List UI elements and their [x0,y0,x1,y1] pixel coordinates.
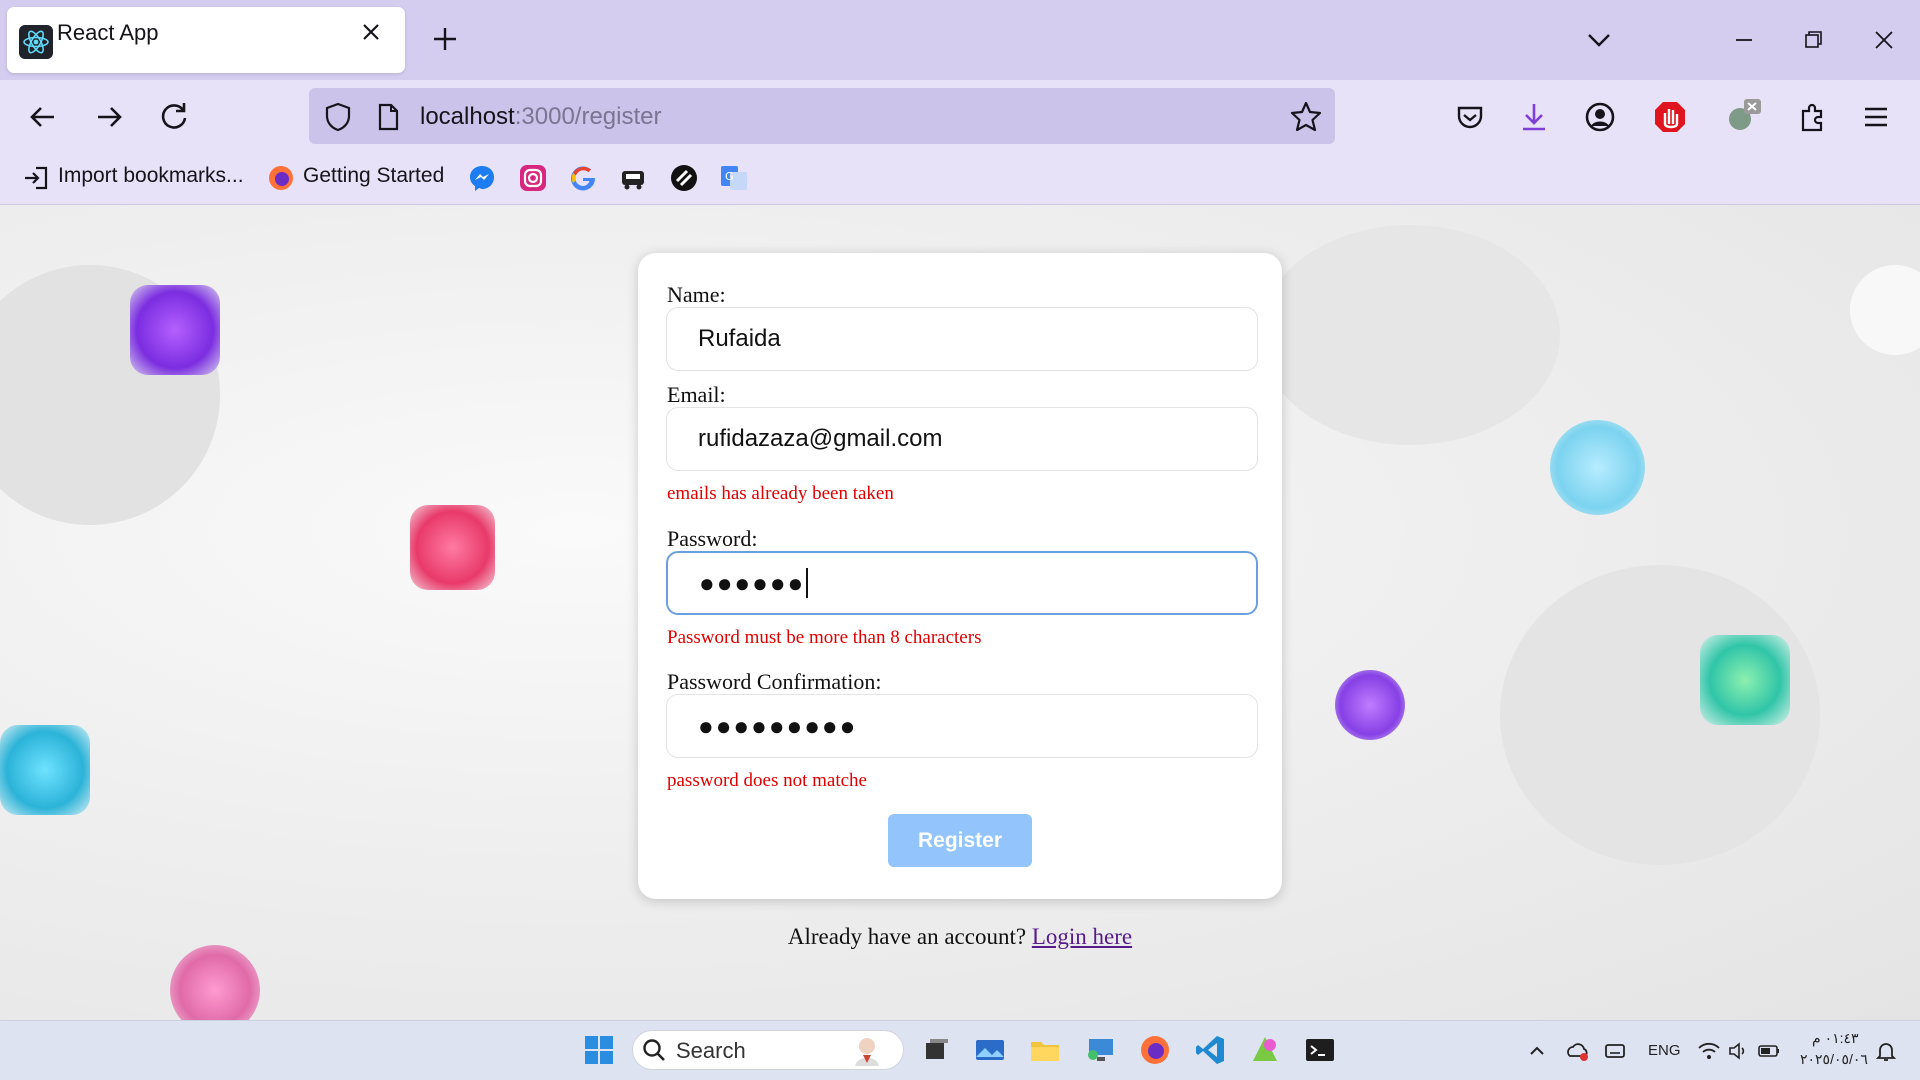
car-icon[interactable] [618,163,648,193]
minimize-icon[interactable] [1724,20,1764,60]
downloads-icon[interactable] [1514,97,1554,137]
search-icon [641,1037,675,1071]
email-label: Email: [667,382,726,407]
account-icon[interactable] [1580,97,1620,137]
password-input[interactable]: ●●●●●● [666,551,1258,615]
extension-badge-icon[interactable] [1722,97,1762,137]
url-text[interactable]: localhost:3000/register [420,103,662,131]
photos-icon[interactable] [973,1033,1007,1067]
white-ornament [1850,265,1920,355]
password-confirmation-input[interactable]: ●●●●●●●●● [666,694,1258,758]
pink-ornament [410,505,495,590]
confirmation-error-message: password does not matche [667,770,867,791]
login-prompt-text: Already have an account? [787,924,1027,949]
battery-icon[interactable] [1756,1038,1782,1064]
language-indicator[interactable]: ENG [1648,1042,1681,1059]
clock-date[interactable]: ٢٠٢٥/٠٥/٠٦ [1800,1051,1868,1068]
design-app-icon[interactable] [1248,1033,1282,1067]
onedrive-icon[interactable] [1565,1038,1591,1064]
wifi-icon[interactable] [1696,1038,1722,1064]
tab-title: React App [57,20,159,45]
email-error-message: emails has already been taken [667,483,894,504]
close-window-icon[interactable] [1864,20,1904,60]
remote-desktop-icon[interactable] [1083,1033,1117,1067]
pocket-icon[interactable] [1450,97,1490,137]
vscode-icon[interactable] [1193,1033,1227,1067]
restore-icon[interactable] [1793,20,1833,60]
name-input[interactable]: Rufaida [666,307,1258,371]
svg-text:G: G [725,170,734,183]
back-arrow-icon[interactable] [22,96,64,138]
green-ornament [1700,635,1790,725]
shield-icon[interactable] [318,97,358,137]
cyan-ornament [0,725,90,815]
bookmark-import[interactable]: Import bookmarks... [58,164,244,188]
bookmark-getting-started[interactable]: Getting Started [303,164,444,188]
name-label: Name: [667,282,726,307]
text-caret [806,568,809,598]
extensions-puzzle-icon[interactable] [1792,97,1832,137]
login-link[interactable]: Login here [1032,924,1132,949]
translate-icon[interactable]: G [719,163,749,193]
chevron-down-icon[interactable] [1579,20,1619,60]
close-tab-icon[interactable] [355,16,387,48]
file-explorer-icon[interactable] [1028,1033,1062,1067]
search-highlight-icon [850,1033,884,1067]
blue-ornament [1550,420,1645,515]
password-dots: ●●●●●● [699,567,806,598]
firefox-taskbar-icon[interactable] [1138,1033,1172,1067]
search-label: Search [676,1038,746,1063]
password-error-message: Password must be more than 8 characters [667,627,982,648]
password-label: Password: [667,526,758,551]
keyboard-icon[interactable] [1602,1038,1628,1064]
background-blob [1260,225,1560,445]
windows-start-icon[interactable] [582,1033,616,1067]
purple-ornament [130,285,220,375]
menu-hamburger-icon[interactable] [1856,97,1896,137]
clock-time[interactable]: ٠١:٤٣ م [1812,1030,1859,1047]
taskbar [0,1020,1920,1080]
reload-icon[interactable] [153,96,195,138]
adblock-icon[interactable] [1650,97,1690,137]
chevron-up-icon[interactable] [1524,1038,1550,1064]
react-icon [19,25,53,59]
task-view-icon[interactable] [918,1033,952,1067]
bookmark-star-icon[interactable] [1286,97,1326,137]
messenger-icon[interactable] [467,163,497,193]
instagram-icon[interactable] [518,163,548,193]
new-tab-button[interactable] [428,22,462,56]
email-input[interactable]: rufidazaza@gmail.com [666,407,1258,471]
rose-ornament [170,945,260,1020]
login-prompt: Already have an account? Login here [0,924,1920,950]
register-button[interactable]: Register [888,814,1032,867]
violet-ornament [1335,670,1405,740]
forward-arrow-icon[interactable] [88,96,130,138]
password-confirmation-label: Password Confirmation: [667,669,882,694]
sync-logo-icon[interactable] [669,163,699,193]
import-icon [21,163,51,193]
google-icon[interactable] [568,163,598,193]
volume-icon[interactable] [1726,1038,1752,1064]
page-icon [368,97,408,137]
terminal-icon[interactable] [1303,1033,1337,1067]
notification-bell-icon[interactable] [1873,1038,1899,1064]
firefox-icon [266,163,296,193]
